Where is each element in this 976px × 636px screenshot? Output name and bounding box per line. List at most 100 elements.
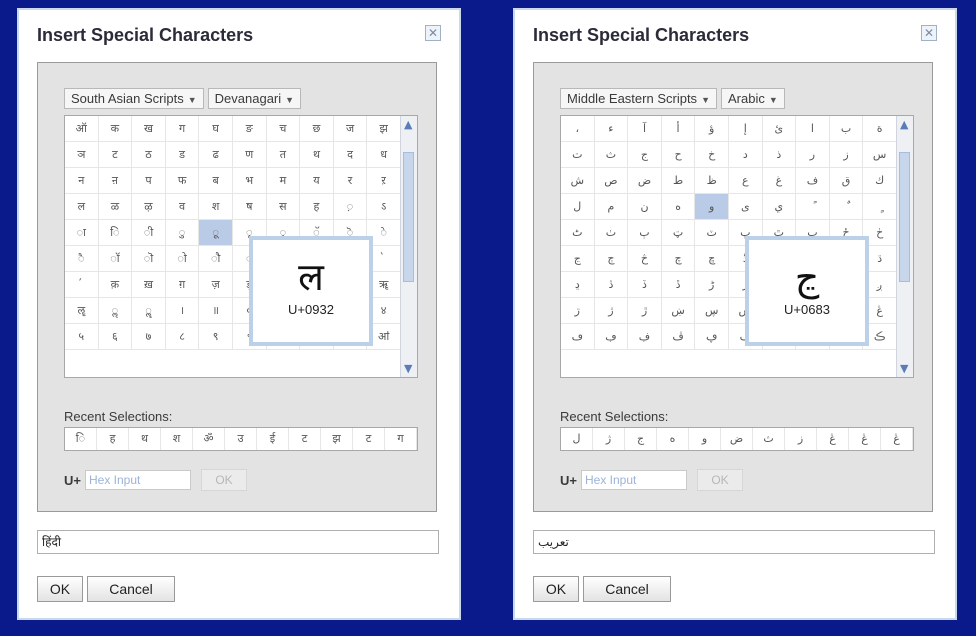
character-cell[interactable]: ठ xyxy=(132,142,166,168)
character-cell[interactable]: س xyxy=(863,142,897,168)
character-cell[interactable]: न xyxy=(65,168,99,194)
character-cell[interactable]: ة xyxy=(863,116,897,142)
character-cell[interactable]: و xyxy=(695,194,729,220)
scroll-down-icon[interactable]: ▼ xyxy=(404,362,412,375)
character-cell[interactable]: त xyxy=(266,142,301,168)
hex-input[interactable]: Hex Input xyxy=(84,470,191,490)
character-cell[interactable]: ऱ xyxy=(367,168,401,194)
character-cell[interactable]: च xyxy=(266,116,301,142)
character-cell[interactable]: र xyxy=(333,168,368,194)
recent-character-cell[interactable]: ह xyxy=(97,428,129,450)
character-cell[interactable]: إ xyxy=(728,116,763,142)
character-cell[interactable]: ٍ xyxy=(863,194,897,220)
character-cell[interactable]: څ xyxy=(628,246,662,272)
character-cell[interactable]: ڛ xyxy=(695,298,729,324)
character-cell[interactable]: ذ xyxy=(762,142,797,168)
recent-character-cell[interactable]: ट xyxy=(353,428,385,450)
character-cell[interactable]: झ xyxy=(367,116,401,142)
character-cell[interactable]: ू xyxy=(199,220,233,246)
character-cell[interactable]: द xyxy=(333,142,368,168)
character-cell[interactable]: ڗ xyxy=(561,298,595,324)
character-cell[interactable]: ت xyxy=(561,142,595,168)
recent-character-cell[interactable]: ग xyxy=(385,428,417,450)
ok-button[interactable]: OK xyxy=(37,576,83,602)
recent-character-cell[interactable]: ट xyxy=(289,428,321,450)
character-cell[interactable]: ख xyxy=(132,116,166,142)
recent-character-cell[interactable]: ز xyxy=(785,428,817,450)
character-cell[interactable]: ښ xyxy=(661,298,696,324)
recent-character-cell[interactable]: ث xyxy=(753,428,785,450)
character-cell[interactable]: ً xyxy=(796,194,830,220)
recent-character-cell[interactable]: ॐ xyxy=(193,428,225,450)
character-cell[interactable]: ه xyxy=(661,194,696,220)
character-cell[interactable]: ग xyxy=(165,116,200,142)
character-cell[interactable]: ो xyxy=(165,246,200,272)
text-field[interactable]: हिंदी xyxy=(37,530,439,554)
character-cell[interactable]: । xyxy=(165,298,200,324)
character-cell[interactable]: ॢ xyxy=(98,298,133,324)
character-cell[interactable]: ڎ xyxy=(594,272,629,298)
recent-character-cell[interactable]: ه xyxy=(657,428,689,450)
character-cell[interactable]: ڡ xyxy=(561,324,595,350)
scroll-up-icon[interactable]: ▲ xyxy=(900,118,908,131)
grid-scrollbar[interactable]: ▲ ▼ xyxy=(896,116,913,377)
cancel-button[interactable]: Cancel xyxy=(583,576,671,602)
character-cell[interactable]: ظ xyxy=(695,168,729,194)
character-cell[interactable]: ڏ xyxy=(628,272,662,298)
character-cell[interactable]: प xyxy=(132,168,166,194)
character-cell[interactable]: ٌ xyxy=(829,194,864,220)
grid-scrollbar[interactable]: ▲ ▼ xyxy=(400,116,417,377)
character-cell[interactable]: ڐ xyxy=(661,272,696,298)
character-cell[interactable]: ै xyxy=(65,246,99,272)
character-cell[interactable]: ष xyxy=(232,194,267,220)
hex-ok-button[interactable]: OK xyxy=(200,469,247,491)
character-cell[interactable]: क़ xyxy=(98,272,133,298)
character-cell[interactable]: ़ xyxy=(333,194,368,220)
character-cell[interactable]: ض xyxy=(628,168,662,194)
character-cell[interactable]: ह xyxy=(300,194,334,220)
character-cell[interactable]: ء xyxy=(594,116,629,142)
character-cell[interactable]: घ xyxy=(199,116,233,142)
character-cell[interactable]: ऴ xyxy=(132,194,166,220)
character-cell[interactable]: ९ xyxy=(199,324,233,350)
recent-character-cell[interactable]: ि xyxy=(65,428,97,450)
character-cell[interactable]: ळ xyxy=(98,194,133,220)
character-cell[interactable]: د xyxy=(728,142,763,168)
recent-character-cell[interactable]: ڠ xyxy=(817,428,849,450)
character-cell[interactable]: ي xyxy=(762,194,797,220)
character-cell[interactable]: ढ xyxy=(199,142,233,168)
character-cell[interactable]: ७ xyxy=(132,324,166,350)
recent-character-cell[interactable]: و xyxy=(689,428,721,450)
character-cell[interactable]: ख़ xyxy=(132,272,166,298)
character-cell[interactable]: ئ xyxy=(762,116,797,142)
recent-character-cell[interactable]: ڠ xyxy=(849,428,881,450)
recent-character-cell[interactable]: ض xyxy=(721,428,753,450)
character-cell[interactable]: ڄ xyxy=(594,246,629,272)
character-cell[interactable]: ॥ xyxy=(199,298,233,324)
character-cell[interactable]: ि xyxy=(98,220,133,246)
character-cell[interactable]: ؤ xyxy=(695,116,729,142)
character-cell[interactable]: ك xyxy=(863,168,897,194)
text-field[interactable]: تعريب xyxy=(533,530,935,554)
character-cell[interactable]: ा xyxy=(65,220,99,246)
character-cell[interactable]: ى xyxy=(728,194,763,220)
character-cell[interactable]: ٽ xyxy=(695,220,729,246)
character-cell[interactable]: ل xyxy=(561,194,595,220)
category-dropdown[interactable]: South Asian Scripts ▼ xyxy=(64,88,204,109)
character-cell[interactable]: ا xyxy=(796,116,830,142)
script-dropdown[interactable]: Arabic ▼ xyxy=(720,88,785,109)
character-cell[interactable]: ڑ xyxy=(695,272,729,298)
character-cell[interactable]: ब xyxy=(199,168,233,194)
character-cell[interactable]: ث xyxy=(594,142,629,168)
character-cell[interactable]: ڇ xyxy=(695,246,729,272)
character-cell[interactable]: छ xyxy=(300,116,334,142)
recent-character-cell[interactable]: ل xyxy=(561,428,593,450)
character-cell[interactable]: ن xyxy=(628,194,662,220)
character-cell[interactable]: ٹ xyxy=(561,220,595,246)
character-cell[interactable]: غ xyxy=(762,168,797,194)
close-icon[interactable]: ✕ xyxy=(425,25,441,41)
character-cell[interactable]: ڢ xyxy=(594,324,629,350)
hex-ok-button[interactable]: OK xyxy=(696,469,743,491)
recent-character-cell[interactable]: श xyxy=(161,428,193,450)
character-cell[interactable]: ق xyxy=(829,168,864,194)
